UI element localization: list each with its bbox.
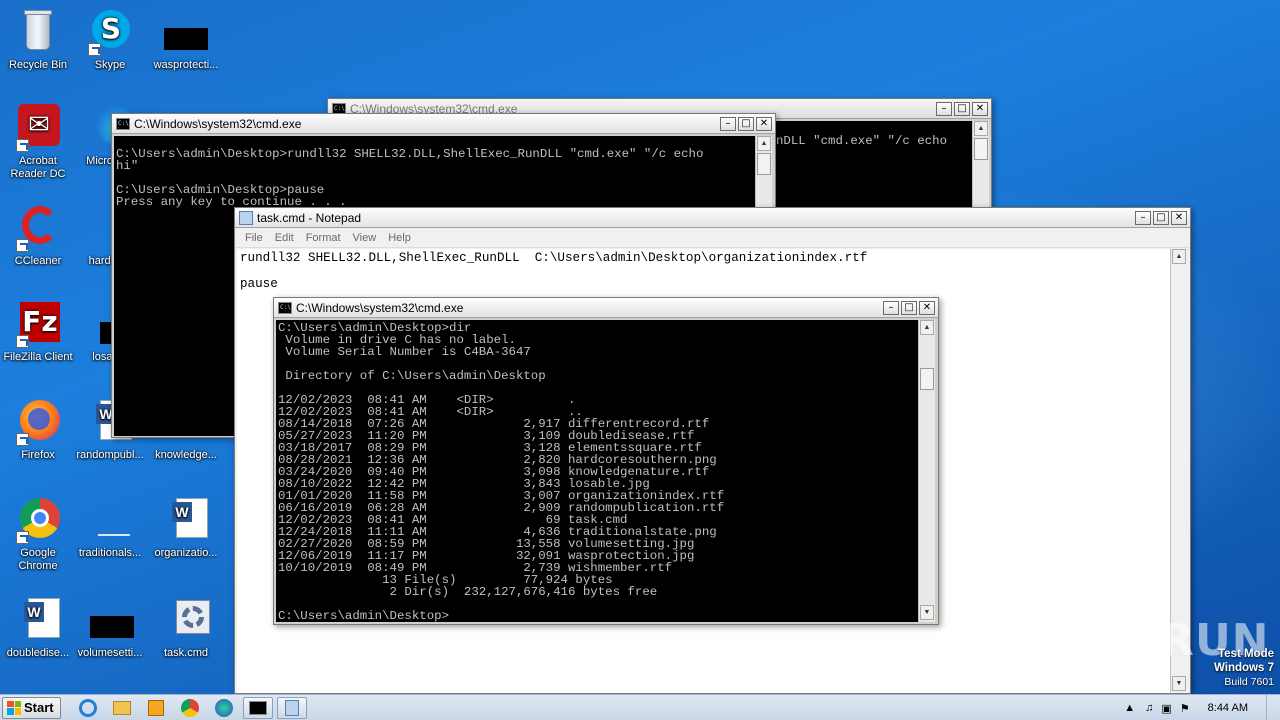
desktop-icon-skype[interactable]: S Skype — [72, 8, 148, 72]
minimize-button[interactable]: – — [720, 116, 736, 131]
clock[interactable]: 8:44 AM — [1208, 702, 1248, 714]
desktop-icon-filezilla[interactable]: Fz FileZilla Client — [0, 300, 76, 364]
title-bar[interactable]: task.cmd - Notepad – □ ✕ — [235, 208, 1190, 228]
taskbar-media-player[interactable] — [141, 697, 171, 719]
ie-icon — [78, 698, 97, 717]
taskbar-explorer[interactable] — [107, 697, 137, 719]
system-tray: ▲ ♫ ▣ ⚑ 8:44 AM — [1124, 695, 1280, 720]
console-output: C:\Users\admin\Desktop>dir Volume in dri… — [276, 320, 918, 622]
scroll-down-arrow[interactable]: ▼ — [1172, 676, 1186, 691]
desktop-icon-organizationindex[interactable]: W organizatio... — [148, 496, 224, 560]
taskbar-notepad[interactable] — [276, 696, 307, 719]
scroll-down-arrow[interactable]: ▼ — [920, 605, 934, 620]
filezilla-icon: Fz — [14, 300, 62, 348]
close-button[interactable]: ✕ — [1171, 210, 1187, 225]
word-doc-icon: W — [162, 496, 210, 544]
desktop-icon-acrobat[interactable]: ✉ Acrobat Reader DC — [0, 104, 76, 181]
cmd-window-front[interactable]: C:\Windows\system32\cmd.exe – □ ✕ C:\Use… — [273, 297, 939, 625]
image-file-icon — [162, 8, 210, 56]
maximize-button[interactable]: □ — [901, 300, 917, 315]
desktop-icon-task-cmd[interactable]: task.cmd — [148, 596, 224, 660]
scroll-thumb[interactable] — [974, 138, 988, 160]
flag-icon[interactable]: ⚑ — [1180, 702, 1190, 715]
start-button[interactable]: Start — [2, 696, 61, 719]
menu-file[interactable]: File — [245, 232, 263, 244]
scroll-thumb[interactable] — [757, 153, 771, 175]
folder-icon — [112, 700, 131, 715]
show-desktop-button[interactable] — [1266, 695, 1280, 720]
taskbar-edge[interactable] — [209, 697, 239, 719]
minimize-button[interactable]: – — [936, 101, 952, 116]
network-icon[interactable]: ▣ — [1161, 702, 1171, 715]
desktop-icon-wasprotection[interactable]: wasprotecti... — [148, 8, 224, 72]
desktop-icon-ccleaner[interactable]: CCleaner — [0, 204, 76, 268]
notepad-icon — [284, 699, 299, 716]
menu-format[interactable]: Format — [306, 232, 341, 244]
firefox-icon — [14, 398, 62, 446]
desktop-icon-chrome[interactable]: Google Chrome — [0, 496, 76, 573]
test-mode-watermark: Test Mode Windows 7 Build 7601 — [1214, 648, 1274, 688]
image-file-icon — [86, 596, 134, 644]
chevron-up-icon[interactable]: ▲ — [1124, 702, 1135, 714]
cmd-icon — [116, 117, 130, 130]
close-button[interactable]: ✕ — [919, 300, 935, 315]
image-file-icon — [86, 496, 134, 544]
chrome-icon — [180, 698, 199, 717]
volume-icon[interactable]: ♫ — [1145, 702, 1153, 714]
notepad-icon — [239, 210, 253, 225]
maximize-button[interactable]: □ — [738, 116, 754, 131]
ccleaner-icon — [14, 204, 62, 252]
scroll-thumb[interactable] — [920, 368, 934, 390]
acrobat-icon: ✉ — [14, 104, 62, 152]
scroll-up-arrow[interactable]: ▲ — [974, 121, 988, 136]
taskbar-ie[interactable] — [73, 697, 103, 719]
minimize-button[interactable]: – — [883, 300, 899, 315]
desktop-icon-traditionalstate[interactable]: traditionals... — [72, 496, 148, 560]
vertical-scrollbar[interactable]: ▲ — [972, 121, 989, 217]
desktop-icon-doubledisease[interactable]: W doubledise... — [0, 596, 76, 660]
scroll-up-arrow[interactable]: ▲ — [1172, 249, 1186, 264]
scroll-up-arrow[interactable]: ▲ — [920, 320, 934, 335]
maximize-button[interactable]: □ — [954, 101, 970, 116]
close-button[interactable]: ✕ — [756, 116, 772, 131]
chrome-icon — [14, 496, 62, 544]
cmd-icon — [278, 301, 292, 314]
taskbar-chrome[interactable] — [175, 697, 205, 719]
menu-view[interactable]: View — [353, 232, 377, 244]
edge-icon — [214, 698, 233, 717]
media-player-icon — [147, 699, 164, 716]
desktop-icon-volumesetting[interactable]: volumesetti... — [72, 596, 148, 660]
windows-logo-icon — [7, 700, 21, 715]
gear-icon — [162, 596, 210, 644]
scroll-up-arrow[interactable]: ▲ — [757, 136, 771, 151]
minimize-button[interactable]: – — [1135, 210, 1151, 225]
cmd-icon — [248, 700, 267, 715]
menu-edit[interactable]: Edit — [275, 232, 294, 244]
close-button[interactable]: ✕ — [972, 101, 988, 116]
title-bar[interactable]: C:\Windows\system32\cmd.exe – □ ✕ — [112, 114, 775, 134]
menu-help[interactable]: Help — [388, 232, 411, 244]
vertical-scrollbar[interactable]: ▲ ▼ — [918, 320, 935, 622]
skype-icon: S — [86, 8, 134, 56]
desktop-icon-firefox[interactable]: Firefox — [0, 398, 76, 462]
taskbar: Start ▲ ♫ ▣ ⚑ 8:44 AM — [0, 694, 1280, 720]
maximize-button[interactable]: □ — [1153, 210, 1169, 225]
recycle-bin-icon — [14, 8, 62, 56]
title-bar[interactable]: C:\Windows\system32\cmd.exe – □ ✕ — [274, 298, 938, 318]
menu-bar: File Edit Format View Help — [235, 228, 1190, 248]
desktop-icon-recycle-bin[interactable]: Recycle Bin — [0, 8, 76, 72]
taskbar-cmd[interactable] — [242, 696, 273, 719]
word-doc-icon: W — [14, 596, 62, 644]
